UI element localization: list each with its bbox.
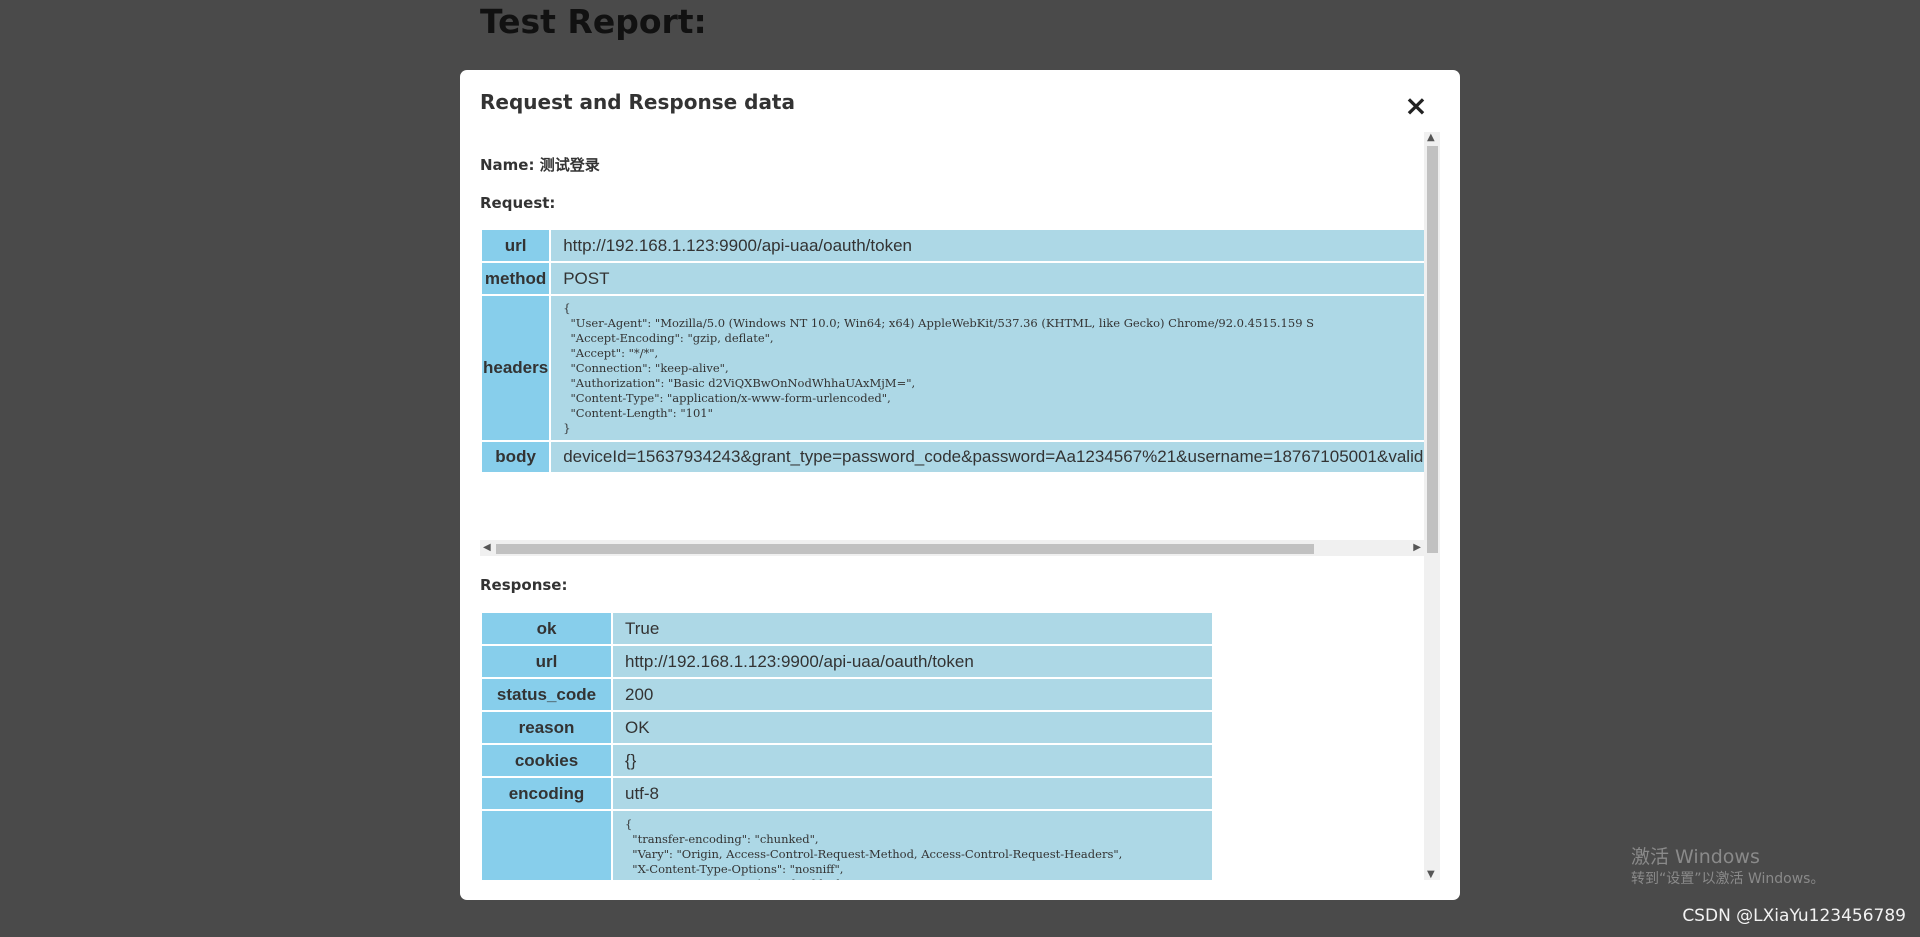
csdn-watermark: CSDN @LXiaYu123456789	[1682, 906, 1906, 926]
request-headers-cell: { "User-Agent": "Mozilla/5.0 (Windows NT…	[549, 294, 1424, 442]
response-reason-value: OK	[611, 710, 1214, 745]
response-headers-key: headers	[480, 809, 613, 880]
request-headers-key: headers	[480, 294, 552, 442]
response-url-value: http://192.168.1.123:9900/api-uaa/oauth/…	[611, 644, 1214, 679]
table-row: ok True	[480, 611, 1214, 646]
scroll-down-icon[interactable]: ▼	[1427, 869, 1435, 880]
request-method-value: POST	[549, 261, 1424, 296]
modal-title: Request and Response data	[480, 90, 795, 114]
scroll-left-icon[interactable]: ◀	[483, 542, 491, 553]
response-cookies-value: {}	[611, 743, 1214, 778]
response-reason-key: reason	[480, 710, 613, 745]
response-url-key: url	[480, 644, 613, 679]
request-body-value: deviceId=15637934243&grant_type=password…	[549, 440, 1424, 474]
scroll-up-icon[interactable]: ▲	[1427, 132, 1435, 143]
response-status-code-key: status_code	[480, 677, 613, 712]
request-label: Request:	[480, 194, 556, 212]
response-cookies-key: cookies	[480, 743, 613, 778]
scroll-right-icon[interactable]: ▶	[1413, 542, 1421, 553]
test-name-line: Name: 测试登录	[480, 154, 600, 175]
table-row: headers { "User-Agent": "Mozilla/5.0 (Wi…	[480, 294, 1424, 442]
windows-activation-hint: 转到“设置”以激活 Windows。	[1631, 871, 1825, 887]
request-headers-value: { "User-Agent": "Mozilla/5.0 (Windows NT…	[563, 300, 1315, 435]
vertical-scroll-thumb[interactable]	[1427, 146, 1438, 553]
request-url-value: http://192.168.1.123:9900/api-uaa/oauth/…	[549, 228, 1424, 263]
response-headers-cell: { "transfer-encoding": "chunked", "Vary"…	[611, 809, 1214, 880]
horizontal-scrollbar[interactable]: ◀ ▶	[480, 540, 1424, 556]
page-title: Test Report:	[480, 2, 707, 41]
table-row: body deviceId=15637934243&grant_type=pas…	[480, 440, 1424, 474]
horizontal-scroll-thumb[interactable]	[496, 544, 1314, 554]
close-icon[interactable]: ×	[1402, 92, 1430, 120]
test-name-value: 测试登录	[539, 156, 600, 174]
response-table: ok True url http://192.168.1.123:9900/ap…	[480, 611, 1214, 880]
response-ok-value: True	[611, 611, 1214, 646]
response-status-code-value: 200	[611, 677, 1214, 712]
vertical-scrollbar[interactable]: ▲ ▼	[1424, 132, 1440, 880]
name-label: Name:	[480, 156, 535, 174]
response-ok-key: ok	[480, 611, 613, 646]
table-row: encoding utf-8	[480, 776, 1214, 811]
request-body-key: body	[480, 440, 552, 474]
request-table-wrapper: url http://192.168.1.123:9900/api-uaa/oa…	[480, 228, 1424, 540]
table-row: reason OK	[480, 710, 1214, 745]
response-encoding-key: encoding	[480, 776, 613, 811]
modal-scroll-area[interactable]: Name: 测试登录 Request: url http://192.168.1…	[480, 132, 1440, 880]
table-row: method POST	[480, 261, 1424, 296]
response-encoding-value: utf-8	[611, 776, 1214, 811]
response-label: Response:	[480, 576, 568, 594]
request-url-key: url	[480, 228, 552, 263]
table-row: status_code 200	[480, 677, 1214, 712]
table-row: url http://192.168.1.123:9900/api-uaa/oa…	[480, 644, 1214, 679]
response-headers-value: { "transfer-encoding": "chunked", "Vary"…	[625, 817, 1123, 880]
table-row: headers { "transfer-encoding": "chunked"…	[480, 809, 1214, 880]
table-row: cookies {}	[480, 743, 1214, 778]
request-table: url http://192.168.1.123:9900/api-uaa/oa…	[480, 228, 1424, 474]
request-response-modal: Request and Response data × Name: 测试登录 R…	[460, 70, 1460, 900]
table-row: url http://192.168.1.123:9900/api-uaa/oa…	[480, 228, 1424, 263]
request-method-key: method	[480, 261, 552, 296]
windows-activation-title: 激活 Windows	[1631, 846, 1760, 868]
